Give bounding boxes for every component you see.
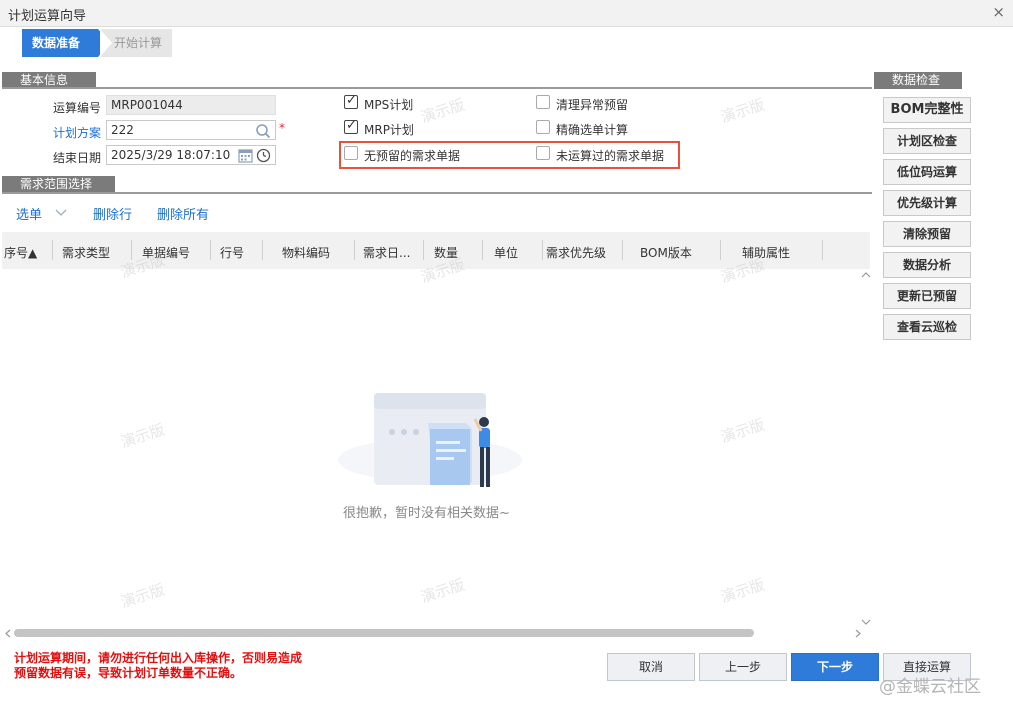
step-data-prep[interactable]: 数据准备 xyxy=(22,29,110,57)
watermark: 演示版 xyxy=(718,415,767,447)
delete-all-button[interactable]: 删除所有 xyxy=(157,204,209,223)
col-seq[interactable]: 序号▲ xyxy=(4,244,37,261)
search-icon[interactable] xyxy=(255,123,271,139)
col-bom-version[interactable]: BOM版本 xyxy=(640,244,692,261)
scroll-down-icon[interactable] xyxy=(861,619,871,626)
col-divider xyxy=(482,240,483,260)
title-bar: 计划运算向导 × xyxy=(0,0,1013,27)
demand-range-header: 需求范围选择 xyxy=(2,176,115,193)
col-divider xyxy=(423,240,424,260)
priority-calc-button[interactable]: 优先级计算 xyxy=(883,190,971,216)
not-calculated-label: 未运算过的需求单据 xyxy=(556,149,665,163)
clear-reservation-button[interactable]: 清除预留 xyxy=(883,221,971,247)
col-demand-type[interactable]: 需求类型 xyxy=(62,244,110,261)
plan-label[interactable]: 计划方案 xyxy=(53,124,101,141)
prev-step-button[interactable]: 上一步 xyxy=(699,653,787,681)
warning-line-1: 计划运算期间，请勿进行任何出入库操作，否则易造成 xyxy=(14,651,303,665)
mrp-checkbox[interactable] xyxy=(344,118,358,134)
col-divider xyxy=(262,240,263,260)
col-priority[interactable]: 需求优先级 xyxy=(546,244,606,261)
clear-abnormal-checkbox[interactable] xyxy=(536,95,550,109)
col-demand-date[interactable]: 需求日... xyxy=(363,244,410,261)
required-mark: * xyxy=(279,121,285,135)
scroll-left-icon[interactable] xyxy=(4,629,11,638)
plan-area-check-button[interactable]: 计划区检查 xyxy=(883,128,971,154)
scroll-up-icon[interactable] xyxy=(861,271,871,278)
clear-abnormal-label: 清理异常预留 xyxy=(556,98,629,112)
empty-state-text: 很抱歉，暂时没有相关数据~ xyxy=(343,506,510,521)
end-date-field[interactable]: 2025/3/29 18:07:10 xyxy=(106,145,276,165)
warning-line-2: 预留数据有误，导致计划订单数量不正确。 xyxy=(14,666,243,680)
data-check-header: 数据检查 xyxy=(874,72,962,89)
plan-value: 222 xyxy=(111,123,134,137)
watermark: 演示版 xyxy=(118,420,167,452)
watermark: 演示版 xyxy=(718,95,767,127)
col-divider xyxy=(822,240,823,260)
cloud-inspection-button[interactable]: 查看云巡检 xyxy=(883,314,971,340)
end-date-value: 2025/3/29 18:07:10 xyxy=(111,148,231,162)
col-divider xyxy=(210,240,211,260)
not-calculated-checkbox[interactable] xyxy=(536,146,550,160)
bom-integrity-button[interactable]: BOM完整性 xyxy=(883,97,971,123)
delete-row-button[interactable]: 删除行 xyxy=(93,204,132,223)
mps-checkbox[interactable] xyxy=(344,93,358,109)
col-unit[interactable]: 单位 xyxy=(494,244,518,261)
window-title: 计划运算向导 xyxy=(8,9,87,24)
clock-icon[interactable] xyxy=(256,148,271,163)
watermark: 演示版 xyxy=(118,580,167,612)
col-divider xyxy=(720,240,721,260)
update-reserved-button[interactable]: 更新已预留 xyxy=(883,283,971,309)
data-analysis-button[interactable]: 数据分析 xyxy=(883,252,971,278)
mps-label: MPS计划 xyxy=(364,98,414,112)
low-level-code-button[interactable]: 低位码运算 xyxy=(883,159,971,185)
horizontal-scrollbar-thumb[interactable] xyxy=(14,629,754,637)
watermark: 演示版 xyxy=(718,575,767,607)
calc-no-field: MRP001044 xyxy=(106,95,276,115)
plan-field[interactable]: 222 xyxy=(106,120,276,140)
col-divider xyxy=(622,240,623,260)
select-doc-button[interactable]: 选单 xyxy=(16,204,42,223)
chevron-down-icon[interactable] xyxy=(55,209,67,217)
no-reserved-checkbox[interactable] xyxy=(344,146,358,160)
calendar-icon[interactable] xyxy=(238,148,253,163)
watermark: 演示版 xyxy=(418,575,467,607)
close-icon[interactable]: × xyxy=(992,3,1005,21)
step-start-calc[interactable]: 开始计算 xyxy=(100,29,172,57)
basic-info-divider xyxy=(2,87,872,89)
end-date-label: 结束日期 xyxy=(53,151,102,165)
cancel-button[interactable]: 取消 xyxy=(607,653,695,681)
precise-select-label: 精确选单计算 xyxy=(556,123,629,137)
watermark: 演示版 xyxy=(418,95,467,127)
col-divider xyxy=(542,240,543,260)
scroll-right-icon[interactable] xyxy=(855,629,862,638)
demand-range-divider xyxy=(2,192,872,194)
no-reserved-label: 无预留的需求单据 xyxy=(364,149,461,163)
col-material-code[interactable]: 物料编码 xyxy=(282,244,330,261)
empty-state-illustration xyxy=(338,393,522,487)
mrp-label: MRP计划 xyxy=(364,123,414,137)
col-divider xyxy=(52,240,53,260)
col-line-no[interactable]: 行号 xyxy=(220,244,244,261)
precise-select-checkbox[interactable] xyxy=(536,120,550,134)
col-divider xyxy=(354,240,355,260)
calc-no-label: 运算编号 xyxy=(53,101,102,115)
next-step-button[interactable]: 下一步 xyxy=(791,653,879,681)
brand-watermark: @金蝶云社区 xyxy=(879,677,981,697)
